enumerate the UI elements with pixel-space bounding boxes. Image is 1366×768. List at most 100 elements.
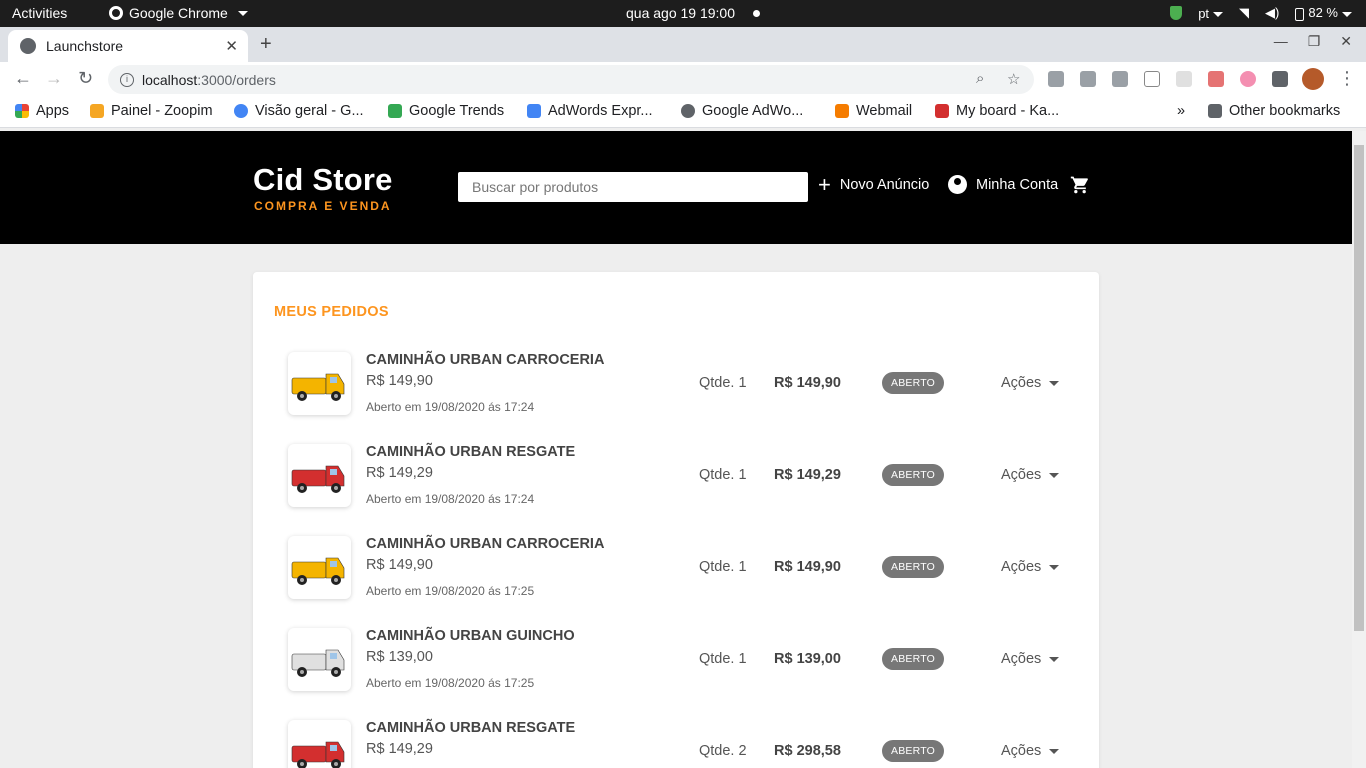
actions-dropdown[interactable]: Ações [1001,467,1060,483]
profile-avatar[interactable] [1302,68,1324,90]
bookmark-label: My board - Ka... [956,103,1060,119]
product-image[interactable] [288,536,351,599]
order-row: CAMINHÃO URBAN GUINCHO R$ 139,00 Aberto … [288,628,1078,692]
product-image[interactable] [288,628,351,691]
info-icon[interactable]: i [120,72,134,87]
battery-icon [1295,7,1305,21]
shield-icon [1170,6,1183,20]
product-price: R$ 139,00 [366,649,433,665]
page: Cid Store COMPRA E VENDA Buscar por prod… [0,131,1352,768]
account-label: Minha Conta [976,176,1059,193]
order-total: R$ 149,29 [774,467,841,483]
status-badge: ABERTO [882,372,944,394]
order-row: CAMINHÃO URBAN CARROCERIA R$ 149,90 Aber… [288,536,1078,600]
new-ad-label: Novo Anúncio [839,177,930,193]
browser-tab[interactable]: Launchstore ✕ [8,30,248,62]
language-indicator[interactable]: pt [1198,5,1224,21]
extension-icon[interactable] [1240,71,1256,87]
search-input[interactable]: Buscar por produtos [458,172,808,202]
bookmark-item[interactable]: Apps [15,103,69,119]
chevron-down-icon [1049,748,1060,754]
product-image[interactable] [288,352,351,415]
bookmark-item[interactable]: Webmail [835,103,912,119]
json-extension-icon[interactable] [1144,71,1160,87]
extension-icon[interactable] [1048,71,1064,87]
activities-button[interactable]: Activities [12,5,67,21]
volume-icon: ◀) [1265,5,1280,20]
product-price: R$ 149,29 [366,741,433,757]
url-path: :3000/orders [197,71,276,88]
order-total: R$ 139,00 [774,651,841,667]
notification-dot-icon [753,9,760,17]
clock[interactable]: qua ago 19 19:00 [626,5,760,21]
actions-dropdown[interactable]: Ações [1001,559,1060,575]
order-quantity: Qtde. 1 [699,375,747,391]
scrollbar-thumb[interactable] [1354,145,1364,631]
search-placeholder: Buscar por produtos [472,179,599,195]
camera-icon[interactable] [1112,71,1128,87]
account-link[interactable]: Minha Conta [948,175,1058,194]
order-total: R$ 149,90 [774,375,841,391]
bookmark-item[interactable]: My board - Ka... [935,103,1059,119]
order-total: R$ 149,90 [774,559,841,575]
wifi-icon: ◥ [1239,5,1250,20]
bookmark-item[interactable]: Google AdWo... [681,103,803,119]
product-title[interactable]: CAMINHÃO URBAN RESGATE [366,444,575,460]
product-image[interactable] [288,720,351,768]
page-scrollbar[interactable] [1352,131,1366,768]
more-bookmarks-button[interactable]: » [1177,103,1185,119]
app-menu-label: Google Chrome [129,5,228,21]
actions-label: Ações [1001,743,1042,759]
bookmark-star-icon[interactable]: ☆ [1007,70,1020,88]
puzzle-icon[interactable] [1272,71,1288,87]
order-row: CAMINHÃO URBAN CARROCERIA R$ 149,90 Aber… [288,352,1078,416]
status-badge: ABERTO [882,740,944,762]
product-title[interactable]: CAMINHÃO URBAN GUINCHO [366,628,575,644]
language-label: pt [1198,5,1210,21]
site-header: Cid Store COMPRA E VENDA Buscar por prod… [0,131,1352,244]
new-tab-button[interactable]: + [260,33,272,56]
cart-link[interactable] [1070,175,1090,195]
other-bookmarks[interactable]: Other bookmarks [1208,103,1340,119]
close-icon[interactable]: ✕ [225,37,238,55]
product-title[interactable]: CAMINHÃO URBAN RESGATE [366,720,575,736]
store-logo[interactable]: Cid Store COMPRA E VENDA [253,162,393,213]
reload-icon[interactable]: ↻ [78,68,93,89]
globe-icon [681,104,695,118]
order-row: CAMINHÃO URBAN RESGATE R$ 149,29 Aberto … [288,444,1078,508]
actions-dropdown[interactable]: Ações [1001,651,1060,667]
forward-arrow-icon[interactable]: → [45,68,63,89]
account-circle-icon [948,175,967,194]
chevron-down-icon [1213,11,1224,17]
zoom-icon[interactable]: ⌕ [976,70,984,87]
bookmark-item[interactable]: Visão geral - G... [234,103,364,119]
extension-icon[interactable] [1208,71,1224,87]
tab-strip: Launchstore ✕ + — ❐ ✕ [0,27,1366,62]
product-title[interactable]: CAMINHÃO URBAN CARROCERIA [366,536,604,552]
tab-title: Launchstore [46,38,124,54]
bookmark-item[interactable]: AdWords Expr... [527,103,653,119]
actions-dropdown[interactable]: Ações [1001,743,1060,759]
adwords-icon [527,104,541,118]
apps-grid-icon [15,104,29,118]
system-tray[interactable]: pt ◥ ◀) 82 % [1170,5,1352,21]
bookmark-label: AdWords Expr... [548,103,653,119]
globe-icon [20,38,36,54]
battery-indicator: 82 % [1295,5,1352,21]
actions-dropdown[interactable]: Ações [1001,375,1060,391]
product-image[interactable] [288,444,351,507]
close-window-icon[interactable]: ✕ [1340,33,1352,50]
maximize-icon[interactable]: ❐ [1308,33,1321,50]
more-vert-icon[interactable]: ⋮ [1338,68,1356,89]
extension-icon[interactable] [1176,71,1192,87]
address-bar[interactable]: i localhost:3000/orders ⌕ ☆ [108,65,1034,94]
order-opened-date: Aberto em 19/08/2020 ás 17:25 [366,676,535,690]
extension-icon[interactable] [1080,71,1096,87]
new-ad-link[interactable]: + Novo Anúncio [818,174,930,196]
app-menu[interactable]: Google Chrome [109,5,248,21]
bookmark-item[interactable]: Painel - Zoopim [90,103,213,119]
product-title[interactable]: CAMINHÃO URBAN CARROCERIA [366,352,604,368]
minimize-icon[interactable]: — [1274,33,1288,50]
back-arrow-icon[interactable]: ← [14,68,32,89]
bookmark-item[interactable]: Google Trends [388,103,504,119]
